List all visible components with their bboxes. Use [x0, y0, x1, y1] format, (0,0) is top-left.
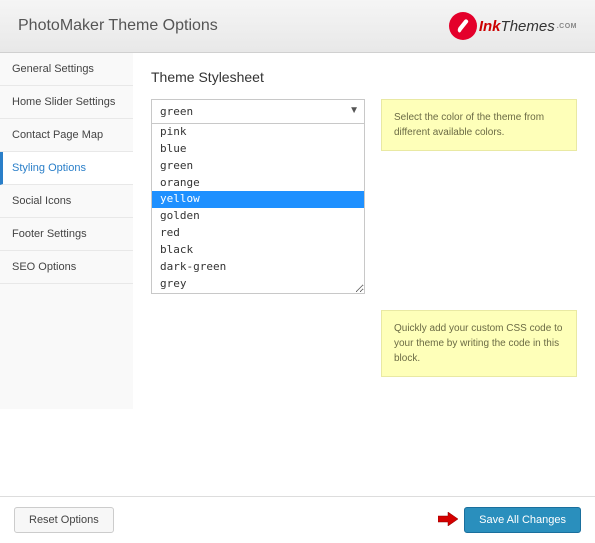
dropdown-option-blue[interactable]: blue — [152, 141, 364, 158]
dropdown-option-orange[interactable]: orange — [152, 175, 364, 192]
dropdown-option-red[interactable]: red — [152, 225, 364, 242]
dropdown-option-golden[interactable]: golden — [152, 208, 364, 225]
section-title: Theme Stylesheet — [151, 69, 577, 85]
body-wrap: General SettingsHome Slider SettingsCont… — [0, 53, 595, 409]
help-color: Select the color of the theme from diffe… — [381, 99, 577, 151]
reset-button[interactable]: Reset Options — [14, 507, 114, 533]
sidebar: General SettingsHome Slider SettingsCont… — [0, 53, 133, 409]
header: PhotoMaker Theme Options InkThemes.COM — [0, 0, 595, 53]
footer: Reset Options Save All Changes — [0, 496, 595, 543]
save-wrap: Save All Changes — [438, 507, 581, 533]
dropdown-option-dark-green[interactable]: dark-green — [152, 259, 364, 276]
sidebar-item-home-slider-settings[interactable]: Home Slider Settings — [0, 86, 133, 119]
theme-color-dropdown[interactable]: pinkbluegreenorangeyellowgoldenredblackd… — [151, 124, 365, 294]
dropdown-option-black[interactable]: black — [152, 242, 364, 259]
logo-text: InkThemes.COM — [479, 18, 577, 35]
control-column: green ▼ pinkbluegreenorangeyellowgoldenr… — [151, 99, 365, 294]
help-column: Select the color of the theme from diffe… — [381, 99, 577, 294]
css-row: Quickly add your custom CSS code to your… — [151, 310, 577, 377]
help-column: Quickly add your custom CSS code to your… — [381, 310, 577, 377]
sidebar-item-general-settings[interactable]: General Settings — [0, 53, 133, 86]
sidebar-item-styling-options[interactable]: Styling Options — [0, 152, 133, 185]
sidebar-item-footer-settings[interactable]: Footer Settings — [0, 218, 133, 251]
dropdown-option-pink[interactable]: pink — [152, 124, 364, 141]
save-button[interactable]: Save All Changes — [464, 507, 581, 533]
dropdown-option-purple[interactable]: purple — [152, 292, 364, 294]
sidebar-item-social-icons[interactable]: Social Icons — [0, 185, 133, 218]
dropdown-option-grey[interactable]: grey — [152, 276, 364, 293]
content-area: Theme Stylesheet green ▼ pinkbluegreenor… — [133, 53, 595, 409]
control-column — [151, 310, 365, 377]
help-css: Quickly add your custom CSS code to your… — [381, 310, 577, 377]
select-wrap: green ▼ — [151, 99, 365, 124]
arrow-right-icon — [438, 512, 458, 529]
page-title: PhotoMaker Theme Options — [18, 17, 218, 35]
dropdown-option-green[interactable]: green — [152, 158, 364, 175]
theme-color-select[interactable]: green — [151, 99, 365, 124]
sidebar-item-seo-options[interactable]: SEO Options — [0, 251, 133, 284]
sidebar-item-contact-page-map[interactable]: Contact Page Map — [0, 119, 133, 152]
stylesheet-row: green ▼ pinkbluegreenorangeyellowgoldenr… — [151, 99, 577, 294]
dropdown-option-yellow[interactable]: yellow — [152, 191, 364, 208]
inkthemes-logo: InkThemes.COM — [449, 12, 577, 40]
logo-mark-icon — [449, 12, 477, 40]
